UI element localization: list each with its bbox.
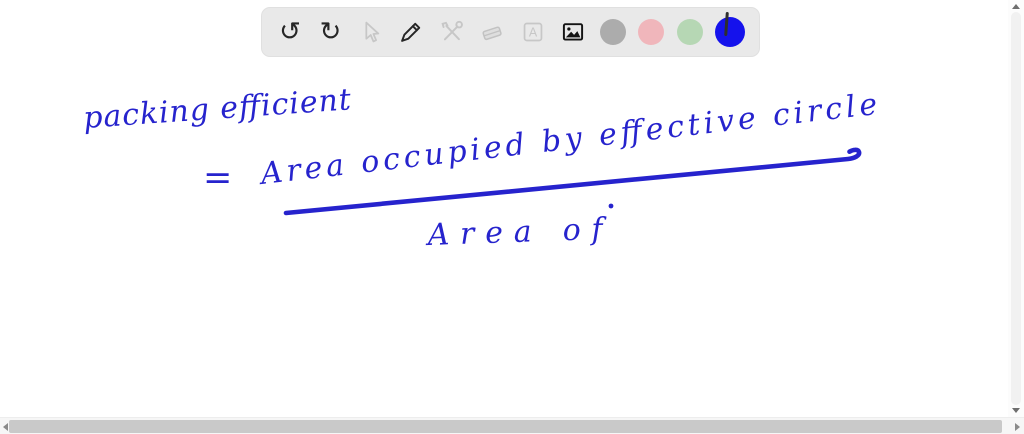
ink-layer: packing efficient = Area occupied by eff…	[82, 82, 879, 253]
scroll-up-arrow-icon[interactable]	[1012, 4, 1020, 9]
redo-icon: ↻	[319, 17, 342, 47]
scroll-down-arrow-icon[interactable]	[1012, 408, 1020, 413]
whiteboard-page: packing efficient = Area occupied by eff…	[0, 0, 1024, 434]
color-swatch-pink[interactable]	[638, 19, 665, 45]
select-tool-button[interactable]	[357, 17, 385, 47]
text-tool-button[interactable]: A	[519, 17, 547, 47]
tools-button[interactable]	[438, 17, 466, 47]
cursor-icon	[365, 21, 380, 42]
tools-icon	[441, 20, 463, 41]
horizontal-scroll-thumb[interactable]	[9, 420, 1002, 433]
handwriting-denominator: Area of	[424, 212, 608, 253]
color-swatch-gray[interactable]	[599, 19, 626, 45]
vertical-scroll-thumb[interactable]	[1011, 12, 1021, 405]
handwriting-dot	[608, 203, 614, 209]
color-swatch-blue[interactable]	[714, 11, 745, 47]
redo-button[interactable]: ↻	[316, 17, 344, 47]
horizontal-scrollbar[interactable]	[0, 417, 1024, 434]
pen-icon	[401, 22, 421, 42]
undo-icon: ↺	[279, 17, 301, 47]
eraser-tool-button[interactable]	[478, 17, 506, 47]
handwriting-title: packing efficient	[82, 82, 353, 136]
text-tool-icon: A	[523, 22, 543, 42]
handwriting-equals-sign: =	[203, 158, 232, 198]
undo-button[interactable]: ↺	[276, 17, 304, 47]
ink-stroke-artifact	[724, 11, 729, 37]
drawing-canvas[interactable]: packing efficient = Area occupied by eff…	[0, 0, 1024, 434]
vertical-scrollbar[interactable]	[1008, 0, 1024, 417]
scroll-left-arrow-icon[interactable]	[3, 423, 8, 431]
scroll-right-arrow-icon[interactable]	[1015, 423, 1020, 431]
image-icon	[563, 23, 584, 41]
svg-text:A: A	[529, 26, 538, 40]
insert-image-button[interactable]	[559, 17, 587, 47]
pen-tool-button[interactable]	[397, 17, 425, 47]
color-swatch-green[interactable]	[676, 19, 703, 45]
drawing-toolbar: ↺ ↻ A	[261, 7, 760, 57]
eraser-icon	[482, 26, 502, 41]
